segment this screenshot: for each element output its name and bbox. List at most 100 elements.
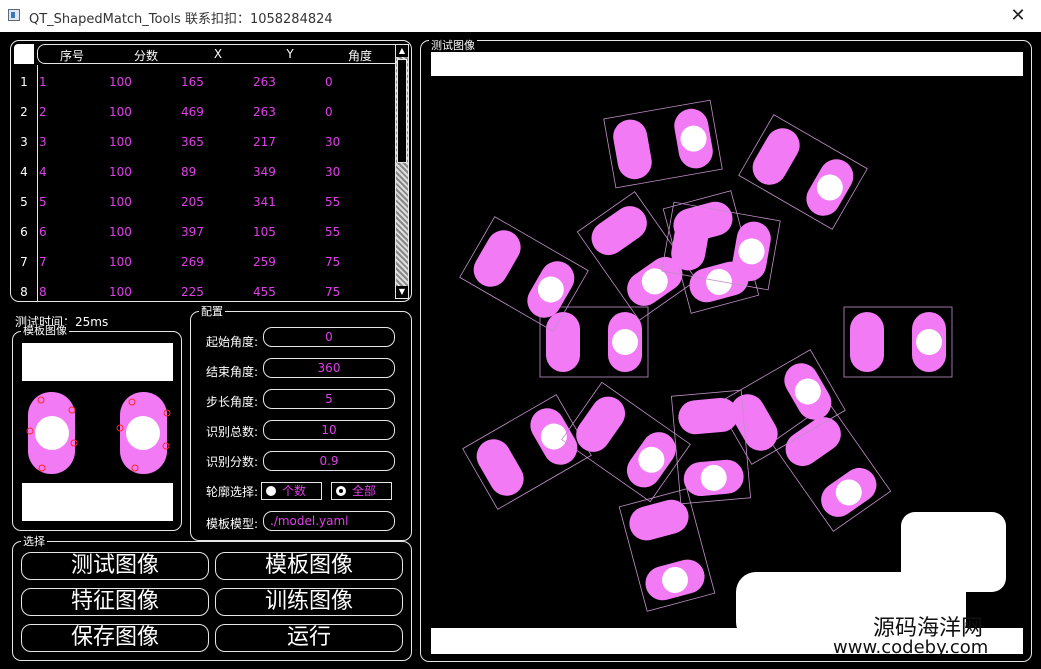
contour-select-label: 轮廓选择: [206, 485, 259, 499]
table-cell[interactable]: 2 [39, 105, 47, 119]
table-cell[interactable]: 100 [109, 255, 132, 269]
table-cell[interactable]: 100 [109, 285, 132, 299]
run-button[interactable]: 运行 [215, 624, 403, 652]
config-label: 配置 [199, 305, 225, 318]
radio-count-label: 个数 [282, 484, 307, 498]
table-cell[interactable]: 100 [109, 225, 132, 239]
app-icon [8, 9, 20, 21]
match-count-label: 识别总数: [206, 425, 259, 439]
table-cell[interactable]: 205 [181, 195, 204, 209]
start-angle-label: 起始角度: [206, 335, 259, 349]
feature-image-button[interactable]: 特征图像 [21, 588, 209, 616]
end-angle-label: 结束角度: [206, 365, 259, 379]
col-header-score[interactable]: 分数 [116, 47, 176, 64]
model-label: 模板模型: [206, 517, 259, 531]
col-header-y[interactable]: Y [260, 47, 320, 61]
table-cell[interactable]: 349 [253, 165, 276, 179]
radio-all-label: 全部 [352, 484, 377, 498]
matched-object [539, 306, 649, 378]
matched-object [561, 381, 691, 503]
table-cell[interactable]: 397 [181, 225, 204, 239]
test-image-label: 测试图像 [429, 39, 477, 52]
table-cell[interactable]: 89 [181, 165, 196, 179]
selection-label: 选择 [21, 535, 47, 548]
table-cell[interactable]: 100 [109, 195, 132, 209]
table-cell[interactable]: 1 [39, 75, 47, 89]
table-cell[interactable]: 0 [325, 75, 333, 89]
table-cell[interactable]: 105 [253, 225, 276, 239]
table-cell[interactable]: 100 [109, 135, 132, 149]
end-angle-field[interactable]: 360 [263, 358, 395, 378]
close-button[interactable]: ✕ [995, 0, 1041, 32]
row-header[interactable]: 3 [13, 135, 35, 149]
row-header[interactable]: 8 [13, 285, 35, 299]
row-header[interactable]: 2 [13, 105, 35, 119]
window-title: QT_ShapedMatch_Tools 联系扣扣：1058284824 [29, 12, 333, 27]
radio-count[interactable]: 个数 [261, 482, 322, 500]
table-cell[interactable]: 7 [39, 255, 47, 269]
table-cell[interactable]: 100 [109, 165, 132, 179]
table-cell[interactable]: 0 [325, 105, 333, 119]
col-header-angle[interactable]: 角度 [330, 47, 390, 64]
table-cell[interactable]: 4 [39, 165, 47, 179]
table-cell[interactable]: 30 [325, 135, 340, 149]
table-cell[interactable]: 165 [181, 75, 204, 89]
match-score-label: 识别分数: [206, 455, 259, 469]
save-image-button[interactable]: 保存图像 [21, 624, 209, 652]
table-cell[interactable]: 75 [325, 255, 340, 269]
table-cell[interactable]: 365 [181, 135, 204, 149]
radio-all[interactable]: 全部 [331, 482, 392, 500]
col-header-x[interactable]: X [188, 47, 248, 61]
step-angle-label: 步长角度: [206, 395, 259, 409]
matched-object [738, 114, 868, 230]
matched-object [462, 394, 592, 510]
radio-count-dot [266, 486, 276, 496]
row-header[interactable]: 4 [13, 165, 35, 179]
table-cell[interactable]: 469 [181, 105, 204, 119]
start-angle-field[interactable]: 0 [263, 327, 395, 347]
table-cell[interactable]: 455 [253, 285, 276, 299]
table-cell[interactable]: 55 [325, 225, 340, 239]
template-white-top [22, 343, 173, 381]
table-cell[interactable]: 263 [253, 75, 276, 89]
test-image-view[interactable] [431, 52, 1023, 654]
scrollbar-thumb[interactable] [397, 59, 407, 163]
table-cell[interactable]: 259 [253, 255, 276, 269]
table-cell[interactable]: 217 [253, 135, 276, 149]
test-image-button[interactable]: 测试图像 [21, 552, 209, 580]
match-score-field[interactable]: 0.9 [263, 451, 395, 471]
table-cell[interactable]: 100 [109, 75, 132, 89]
table-cell[interactable]: 100 [109, 105, 132, 119]
step-angle-field[interactable]: 5 [263, 389, 395, 409]
match-count-field[interactable]: 10 [263, 420, 395, 440]
row-header[interactable]: 7 [13, 255, 35, 269]
scroll-down-icon[interactable]: ▼ [396, 286, 408, 298]
row-header-divider [37, 65, 38, 301]
matched-object [843, 306, 953, 378]
train-image-button[interactable]: 训练图像 [215, 588, 403, 616]
template-white-bottom [22, 483, 173, 521]
col-header-index[interactable]: 序号 [42, 47, 102, 64]
watermark-url: www.codeby.com [833, 637, 989, 658]
row-header[interactable]: 6 [13, 225, 35, 239]
scroll-up-icon[interactable]: ▲ [396, 45, 408, 57]
template-image-button[interactable]: 模板图像 [215, 552, 403, 580]
table-cell[interactable]: 341 [253, 195, 276, 209]
table-cell[interactable]: 225 [181, 285, 204, 299]
table-cell[interactable]: 5 [39, 195, 47, 209]
table-cell[interactable]: 75 [325, 285, 340, 299]
table-cell[interactable]: 8 [39, 285, 47, 299]
row-header[interactable]: 1 [13, 75, 35, 89]
table-cell[interactable]: 6 [39, 225, 47, 239]
table-cell[interactable]: 3 [39, 135, 47, 149]
table-cell[interactable]: 263 [253, 105, 276, 119]
table-corner-button[interactable] [14, 44, 34, 64]
model-path-field[interactable]: ./model.yaml [263, 511, 395, 531]
template-image-group: 模板图像 [12, 325, 182, 531]
table-cell[interactable]: 269 [181, 255, 204, 269]
table-scrollbar[interactable]: ▲ ▼ [395, 44, 409, 299]
row-header[interactable]: 5 [13, 195, 35, 209]
table-cell[interactable]: 30 [325, 165, 340, 179]
title-bar: QT_ShapedMatch_Tools 联系扣扣：1058284824 ✕ [0, 0, 1041, 32]
table-cell[interactable]: 55 [325, 195, 340, 209]
